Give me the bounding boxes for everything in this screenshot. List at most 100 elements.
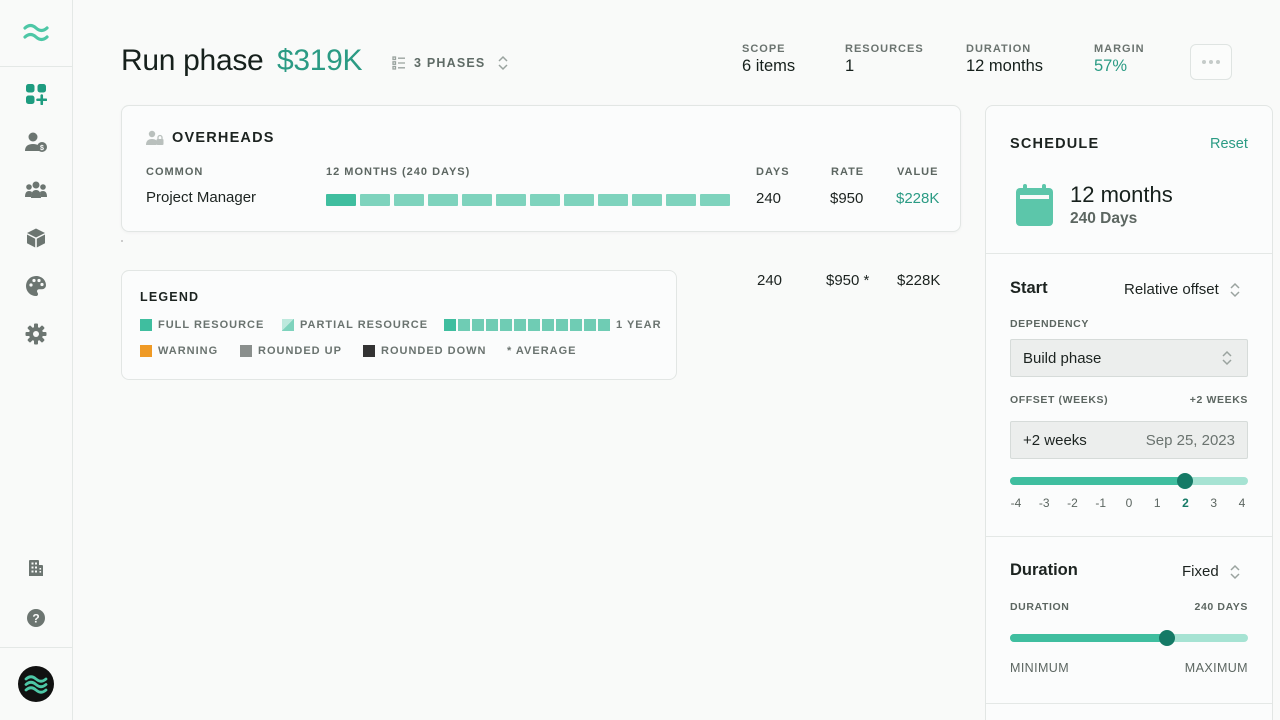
offset-tick-label[interactable]: 2 [1182,496,1189,510]
legend-label: ROUNDED DOWN [381,345,487,357]
overheads-title: OVERHEADS [172,130,275,146]
sidebar-item-products[interactable] [23,225,49,251]
avatar[interactable] [18,666,54,702]
stat-label: RESOURCES [845,43,924,55]
month-bar [584,319,596,331]
divider [986,253,1272,254]
dependency-select[interactable]: Build phase [1010,339,1248,377]
user-lock-icon [146,130,164,145]
schedule-duration: 12 months [1070,182,1173,207]
dashboard-add-icon [26,84,47,105]
sidebar-item-company[interactable] [23,555,49,581]
offset-tick-label[interactable]: -1 [1095,496,1106,510]
logo-waves-icon [23,23,49,42]
month-bar [700,194,730,206]
resource-rate: $950 [830,190,864,207]
resource-value: $228K [896,190,940,207]
chevron-updown-icon [1222,350,1232,366]
offset-label: OFFSET (WEEKS) [1010,394,1109,406]
legend-label: PARTIAL RESOURCE [300,319,429,331]
duration-mode-value: Fixed [1182,563,1219,580]
month-bar [598,194,628,206]
month-bar [462,194,492,206]
calendar-icon [1016,184,1053,226]
start-mode-value: Relative offset [1124,281,1219,298]
stat-scope: SCOPE 6 items [742,43,795,76]
offset-tick-label[interactable]: 1 [1154,496,1161,510]
offset-input[interactable]: +2 weeks Sep 25, 2023 [1010,421,1248,459]
column-header-timeline: 12 MONTHS (240 DAYS) [326,166,471,178]
offset-slider-handle[interactable] [1177,473,1193,489]
swatch-full [140,319,152,331]
legend-label: ROUNDED UP [258,345,342,357]
sidebar-item-team[interactable] [23,177,49,203]
dependency-value: Build phase [1023,349,1102,367]
offset-slider-fill [1010,477,1185,485]
sidebar-item-help[interactable]: ? [23,605,49,631]
user-billing-icon: $ [25,132,47,152]
offset-slider[interactable] [1010,473,1248,489]
list-icon [392,56,405,70]
phase-total: $319K [277,44,363,77]
duration-readout: 240 DAYS [1194,601,1248,613]
logo-waves-icon [24,675,48,694]
stat-resources: RESOURCES 1 [845,43,924,76]
month-bar [556,319,568,331]
summary-value: $228K [897,272,941,289]
sidebar-item-billing[interactable]: $ [23,129,49,155]
duration-mode-select[interactable]: Fixed [1182,563,1241,580]
month-bar [530,194,560,206]
offset-tick-label[interactable]: 4 [1239,496,1246,510]
offset-tick-label[interactable]: 3 [1210,496,1217,510]
duration-slider[interactable] [1010,630,1248,646]
legend-label: 1 YEAR [616,319,662,331]
start-section-title: Start [1010,279,1048,297]
more-options-button[interactable] [1190,44,1232,80]
divider [986,703,1272,704]
sidebar-item-dashboard[interactable] [23,81,49,107]
stat-label: MARGIN [1094,43,1145,55]
stat-margin: MARGIN 57% [1094,43,1145,76]
column-header-days: DAYS [756,166,790,178]
legend-one-year: 1 YEAR [444,319,662,331]
sidebar-item-themes[interactable] [23,273,49,299]
timeline-bars[interactable] [326,194,730,206]
chevron-updown-icon [1230,282,1240,297]
offset-tick-label[interactable]: -3 [1039,496,1050,510]
month-bar [486,319,498,331]
reset-button[interactable]: Reset [1210,136,1248,152]
summary-days: 240 [757,272,783,289]
swatch-rounded-up [240,345,252,357]
duration-slider-handle[interactable] [1159,630,1175,646]
month-bar [428,194,458,206]
legend-partial-resource: PARTIAL RESOURCE [282,319,428,331]
dot [1216,60,1220,64]
duration-label: DURATION [1010,601,1070,613]
sidebar-item-settings[interactable] [23,321,49,347]
swatch-warning [140,345,152,357]
offset-tick-label[interactable]: -4 [1011,496,1022,510]
stat-value: 1 [845,57,855,75]
start-mode-select[interactable]: Relative offset [1124,281,1241,298]
stat-label: SCOPE [742,43,786,55]
gear-icon [25,323,47,345]
stat-value: 57% [1094,57,1128,75]
phases-selector[interactable]: 3 PHASES [392,52,509,74]
palette-icon [26,276,46,296]
offset-tick-label[interactable]: 0 [1126,496,1133,510]
logo[interactable] [0,0,72,67]
phases-label: 3 PHASES [414,56,486,70]
column-header-value: VALUE [897,166,939,178]
month-bar [360,194,390,206]
offset-readout: +2 WEEKS [1189,394,1248,406]
offset-tick-label[interactable]: -2 [1067,496,1078,510]
duration-section-title: Duration [1010,561,1078,579]
svg-text:?: ? [32,612,39,626]
resource-name[interactable]: Project Manager [146,189,256,206]
chevron-updown-icon [1230,564,1240,579]
sidebar: $ ? [0,0,73,720]
schedule-title: SCHEDULE [1010,136,1100,152]
divider [986,536,1272,537]
dot [1202,60,1206,64]
divider-dot [121,240,123,242]
